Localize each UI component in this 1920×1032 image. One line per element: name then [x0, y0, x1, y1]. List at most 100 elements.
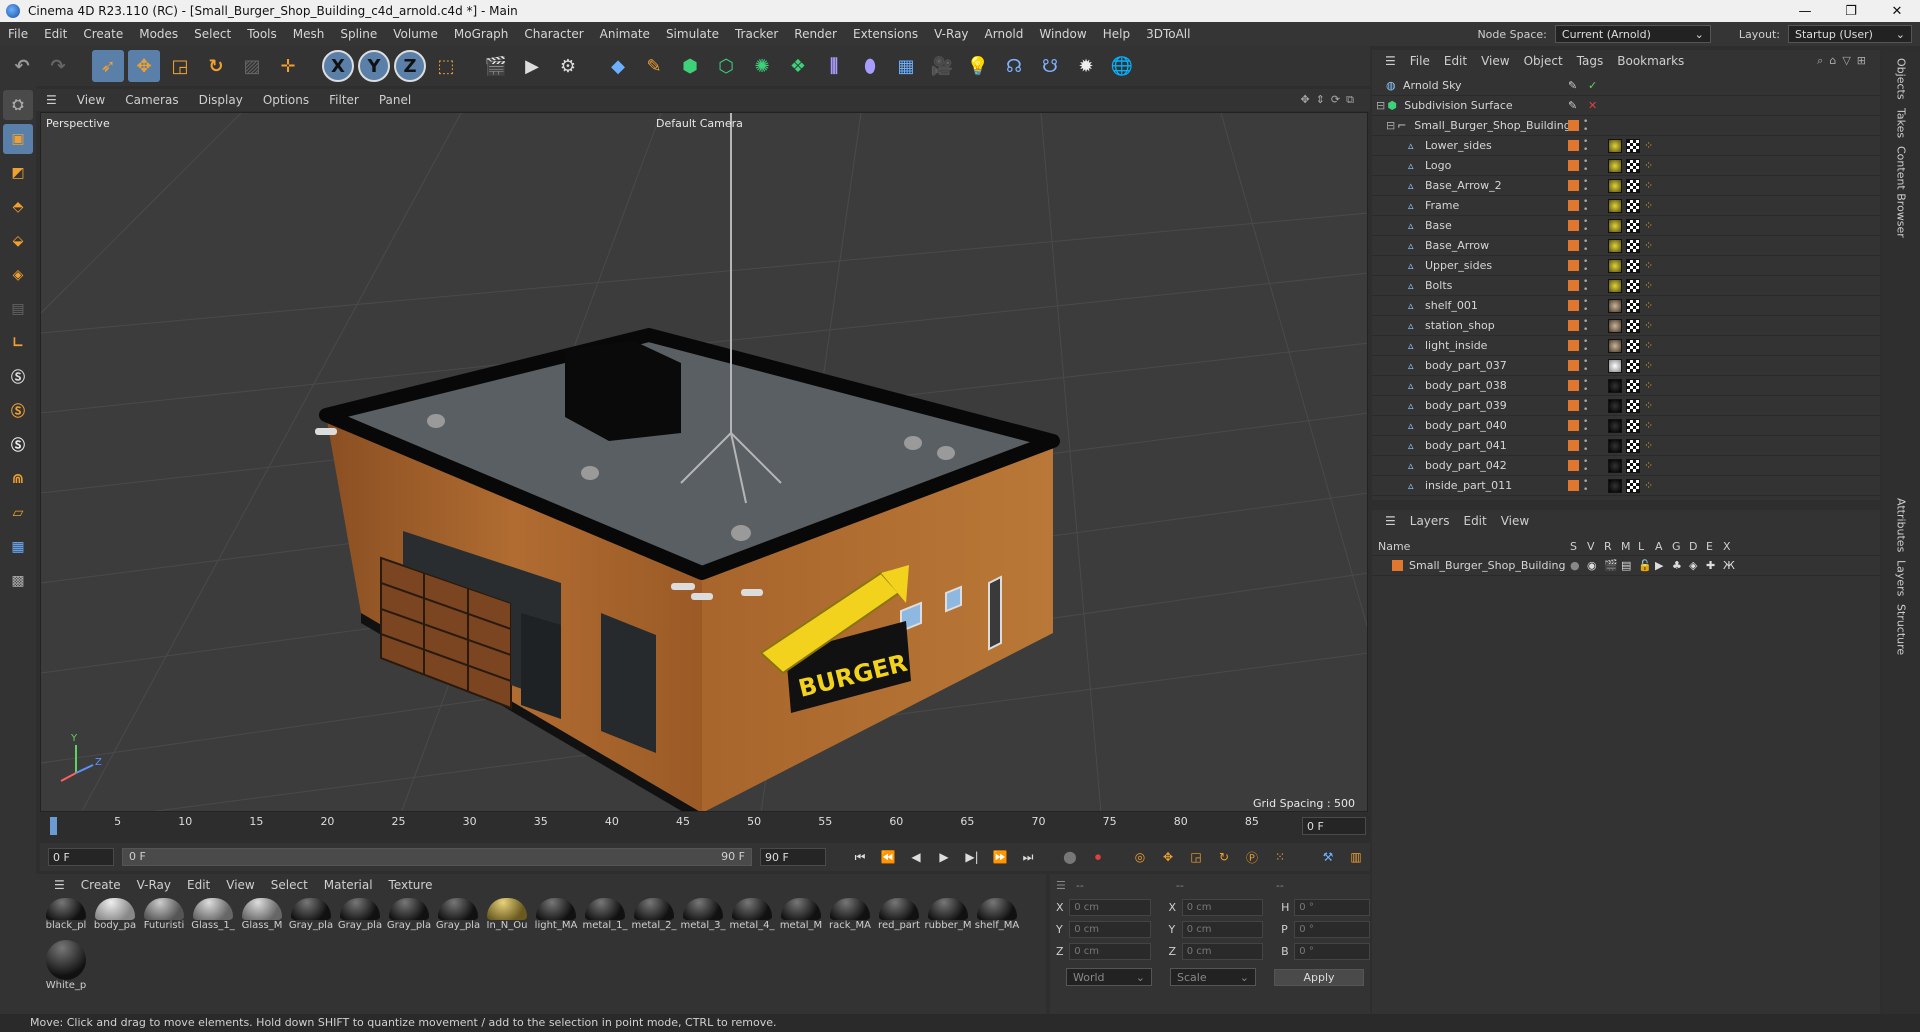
layer-color-tag[interactable]: [1568, 200, 1579, 211]
visibility-dots-icon[interactable]: • •: [1583, 157, 1588, 174]
render-icon[interactable]: 🎬: [1604, 559, 1621, 572]
select-cursor-icon[interactable]: ➶: [92, 50, 124, 82]
phong-tag-icon[interactable]: ⁘: [1644, 279, 1653, 292]
axis-mode-icon[interactable]: ∟: [3, 328, 33, 358]
layer-color-tag[interactable]: [1568, 140, 1579, 151]
object-row[interactable]: ▵ Logo • • ⁘: [1372, 156, 1880, 176]
next-frame-icon[interactable]: ▶|: [961, 846, 983, 868]
floor-icon[interactable]: ▦: [890, 50, 922, 82]
lock-icon[interactable]: 🔓: [1638, 559, 1655, 572]
object-row[interactable]: ◍ Arnold Sky ✎ ✓: [1372, 76, 1880, 96]
maximize-button[interactable]: ❐: [1828, 4, 1874, 19]
phong-tag-icon[interactable]: ⁘: [1644, 259, 1653, 272]
viewport-menu-panel[interactable]: Panel: [369, 93, 421, 107]
material-swatch[interactable]: Glass_M: [238, 898, 286, 936]
menu-volume[interactable]: Volume: [385, 27, 446, 41]
texture-tag-icon[interactable]: [1626, 398, 1640, 413]
hamburger-icon[interactable]: ☰: [1056, 879, 1066, 892]
layer-color-tag[interactable]: [1568, 120, 1579, 131]
layer-col-render[interactable]: R: [1604, 540, 1621, 553]
close-button[interactable]: ✕: [1874, 4, 1920, 19]
tab-takes[interactable]: Takes: [1895, 108, 1908, 138]
menu-select[interactable]: Select: [186, 27, 239, 41]
camera-icon[interactable]: 🎥: [926, 50, 958, 82]
cube-icon[interactable]: ◆: [602, 50, 634, 82]
edges-mode-icon[interactable]: ⬙: [3, 226, 33, 256]
deformer-icon[interactable]: ⫼: [818, 50, 850, 82]
x-disabled-icon[interactable]: ✕: [1588, 99, 1597, 112]
collapse-icon[interactable]: ⊟: [1376, 99, 1385, 112]
expression-icon[interactable]: ✚: [1706, 559, 1723, 572]
render-picture-viewer-icon[interactable]: ▶: [516, 50, 548, 82]
check-icon[interactable]: ✓: [1588, 79, 1597, 92]
visibility-dots-icon[interactable]: • •: [1583, 397, 1588, 414]
object-row[interactable]: ▵ body_part_040 • • ⁘: [1372, 416, 1880, 436]
visibility-dots-icon[interactable]: • •: [1583, 197, 1588, 214]
texture-tag-icon[interactable]: [1626, 378, 1640, 393]
visibility-dots-icon[interactable]: • •: [1583, 177, 1588, 194]
layer-color-tag[interactable]: [1568, 180, 1579, 191]
undo-icon[interactable]: ↶: [6, 50, 38, 82]
material-swatch[interactable]: metal_M: [777, 898, 825, 936]
phong-tag-icon[interactable]: ⁘: [1644, 159, 1653, 172]
eye-icon[interactable]: ◉: [1587, 559, 1604, 572]
menu-3dtoall[interactable]: 3DToAll: [1138, 27, 1198, 41]
size-mode-dropdown[interactable]: Scale ⌄: [1170, 968, 1256, 986]
gear-icon[interactable]: ✹: [1070, 50, 1102, 82]
subdivision-icon[interactable]: ⬢: [674, 50, 706, 82]
animation-icon[interactable]: ▶: [1655, 559, 1672, 572]
position-y-field[interactable]: 0 cm: [1069, 920, 1151, 938]
texture-tag-icon[interactable]: [1626, 458, 1640, 473]
tab-content-browser[interactable]: Content Browser: [1895, 146, 1908, 238]
soft-selection-icon[interactable]: Ⓢ: [3, 430, 33, 460]
uv-mode-icon[interactable]: ▤: [3, 294, 33, 324]
light-icon[interactable]: 💡: [962, 50, 994, 82]
menu-create[interactable]: Create: [75, 27, 131, 41]
timeline-ruler[interactable]: 0 5 10 15 20 25 30 35 40 45 50 55 60 65 …: [40, 813, 1370, 839]
texture-tag-icon[interactable]: [1626, 178, 1640, 193]
texture-tag-icon[interactable]: [1626, 438, 1640, 453]
tab-structure[interactable]: Structure: [1895, 604, 1908, 655]
phong-tag-icon[interactable]: ⁘: [1644, 439, 1653, 452]
magnet-icon[interactable]: ⋒: [3, 464, 33, 494]
recent-tools-icon[interactable]: ▨: [236, 50, 268, 82]
menu-arnold[interactable]: Arnold: [977, 27, 1032, 41]
start-frame-field[interactable]: 0 F: [48, 848, 114, 866]
layer-color-tag[interactable]: [1568, 420, 1579, 431]
menu-vray[interactable]: V-Ray: [926, 27, 976, 41]
key-position-icon[interactable]: ✥: [1157, 846, 1179, 868]
object-row[interactable]: ▵ body_part_042 • • ⁘: [1372, 456, 1880, 476]
object-row[interactable]: ▵ Frame • • ⁘: [1372, 196, 1880, 216]
layer-menu-edit[interactable]: Edit: [1456, 514, 1493, 528]
go-to-end-icon[interactable]: ⏭: [1017, 846, 1039, 868]
mograph-icon[interactable]: ❖: [782, 50, 814, 82]
polygons-mode-icon[interactable]: ◈: [3, 260, 33, 290]
current-frame-field[interactable]: 0 F: [1302, 817, 1366, 835]
key-scale-icon[interactable]: ◲: [1185, 846, 1207, 868]
material-tag-icon[interactable]: [1608, 318, 1622, 333]
rotate-icon[interactable]: ↻: [200, 50, 232, 82]
material-swatch[interactable]: shelf_MA: [973, 898, 1021, 936]
material-swatch[interactable]: Futuristi: [140, 898, 188, 936]
rotation-h-field[interactable]: 0 °: [1294, 898, 1370, 916]
layer-color-tag[interactable]: [1568, 380, 1579, 391]
layer-color-tag[interactable]: [1568, 240, 1579, 251]
model-mode-icon[interactable]: ▣: [3, 124, 33, 154]
layer-color-tag[interactable]: [1568, 480, 1579, 491]
texture-tag-icon[interactable]: [1626, 218, 1640, 233]
layer-color-tag[interactable]: [1568, 440, 1579, 451]
layer-color-tag[interactable]: [1568, 220, 1579, 231]
visibility-dots-icon[interactable]: • •: [1583, 437, 1588, 454]
layer-col-locked[interactable]: L: [1638, 540, 1655, 553]
tab-objects[interactable]: Objects: [1895, 58, 1908, 100]
visibility-dots-icon[interactable]: • •: [1583, 357, 1588, 374]
material-swatch[interactable]: Glass_1_: [189, 898, 237, 936]
texture-tag-icon[interactable]: [1626, 298, 1640, 313]
material-tag-icon[interactable]: [1608, 298, 1622, 313]
phong-tag-icon[interactable]: ⁘: [1644, 319, 1653, 332]
material-tag-icon[interactable]: [1608, 458, 1622, 473]
phong-tag-icon[interactable]: ⁘: [1644, 199, 1653, 212]
workplane-icon[interactable]: ▱: [3, 498, 33, 528]
texture-tag-icon[interactable]: [1626, 478, 1640, 493]
obj-menu-object[interactable]: Object: [1517, 54, 1570, 68]
